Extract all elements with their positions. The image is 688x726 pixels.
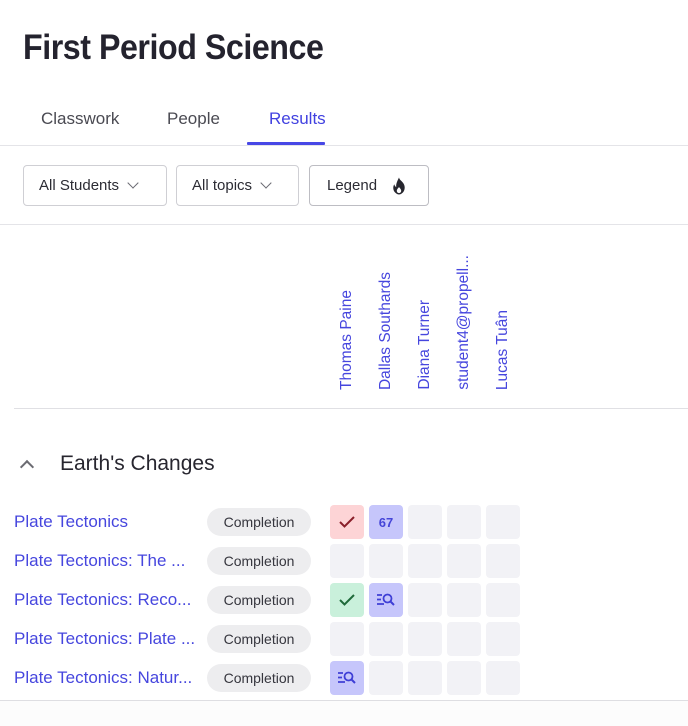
assignment-link[interactable]: Plate Tectonics: Natur...: [14, 668, 192, 688]
assignment-link[interactable]: Plate Tectonics: Plate ...: [14, 629, 195, 649]
result-cell-empty[interactable]: [486, 622, 520, 656]
topic-section-header: Earth's Changes: [0, 440, 688, 490]
assignment-type-badge: Completion: [207, 508, 311, 536]
chevron-down-icon: [127, 177, 139, 189]
all-topics-dropdown[interactable]: All topics: [176, 165, 299, 206]
student-column-header[interactable]: Diana Turner: [416, 300, 434, 390]
assignment-type-badge: Completion: [207, 586, 311, 614]
result-cell-empty[interactable]: [408, 505, 442, 539]
result-cell-empty[interactable]: [369, 661, 403, 695]
assignment-type-badge: Completion: [207, 625, 311, 653]
result-cell-empty[interactable]: [447, 661, 481, 695]
result-cell-empty[interactable]: [447, 583, 481, 617]
check-icon: [338, 515, 356, 529]
result-cell-incorrect[interactable]: [330, 505, 364, 539]
result-cell-empty[interactable]: [447, 622, 481, 656]
assignment-row: Plate Tectonics: The ... Completion: [0, 542, 688, 581]
student-column-header[interactable]: Lucas Tuân: [494, 310, 512, 390]
assignment-row: Plate Tectonics: Natur... Completion: [0, 659, 688, 698]
student-column-header[interactable]: Thomas Paine: [338, 290, 356, 390]
assignment-type-badge: Completion: [207, 664, 311, 692]
all-topics-label: All topics: [192, 177, 253, 194]
assignment-row: Plate Tectonics: Reco... Completion: [0, 581, 688, 620]
assignment-link[interactable]: Plate Tectonics: The ...: [14, 551, 185, 571]
result-cell-empty[interactable]: [408, 544, 442, 578]
review-search-icon: [375, 592, 397, 608]
topic-title: Earth's Changes: [60, 452, 215, 475]
all-students-label: All Students: [39, 177, 120, 194]
assignment-link[interactable]: Plate Tectonics: [14, 512, 128, 532]
tab-results[interactable]: Results: [269, 109, 326, 129]
result-cell-empty[interactable]: [408, 661, 442, 695]
student-column-header[interactable]: student4@propell...: [455, 255, 473, 390]
legend-label: Legend: [327, 177, 378, 194]
legend-button[interactable]: Legend: [309, 165, 429, 206]
filter-bar: All Students All topics Legend: [0, 146, 688, 225]
result-cell-empty[interactable]: [330, 622, 364, 656]
page-title: First Period Science: [23, 28, 324, 67]
chevron-down-icon: [260, 177, 272, 189]
flame-icon: [393, 177, 405, 194]
result-cell-correct[interactable]: [330, 583, 364, 617]
result-cell-empty[interactable]: [330, 544, 364, 578]
chevron-up-icon[interactable]: [19, 459, 35, 475]
active-tab-indicator: [247, 142, 325, 145]
result-cell-empty[interactable]: [486, 505, 520, 539]
score-value: 67: [378, 514, 394, 530]
all-students-dropdown[interactable]: All Students: [23, 165, 167, 206]
footer-area: [0, 701, 688, 726]
tab-classwork[interactable]: Classwork: [41, 109, 119, 129]
result-cell-review[interactable]: [369, 583, 403, 617]
check-icon: [338, 593, 356, 607]
result-cell-empty[interactable]: [486, 661, 520, 695]
student-column-header[interactable]: Dallas Southards: [377, 272, 395, 390]
result-cell-empty[interactable]: [369, 622, 403, 656]
result-cell-empty[interactable]: [447, 505, 481, 539]
result-cell-empty[interactable]: [408, 583, 442, 617]
result-cell-empty[interactable]: [486, 583, 520, 617]
result-cell-empty[interactable]: [369, 544, 403, 578]
result-cell-review[interactable]: 67: [369, 505, 403, 539]
student-columns-header: Thomas Paine Dallas Southards Diana Turn…: [14, 225, 688, 409]
tab-bar: Classwork People Results: [0, 100, 688, 146]
result-cell-review[interactable]: [330, 661, 364, 695]
result-cell-empty[interactable]: [408, 622, 442, 656]
result-cell-empty[interactable]: [447, 544, 481, 578]
assignment-row: Plate Tectonics Completion 67: [0, 503, 688, 542]
result-cell-empty[interactable]: [486, 544, 520, 578]
assignment-link[interactable]: Plate Tectonics: Reco...: [14, 590, 191, 610]
assignment-type-badge: Completion: [207, 547, 311, 575]
assignment-row: Plate Tectonics: Plate ... Completion: [0, 620, 688, 659]
review-search-icon: [336, 670, 358, 686]
tab-people[interactable]: People: [167, 109, 220, 129]
